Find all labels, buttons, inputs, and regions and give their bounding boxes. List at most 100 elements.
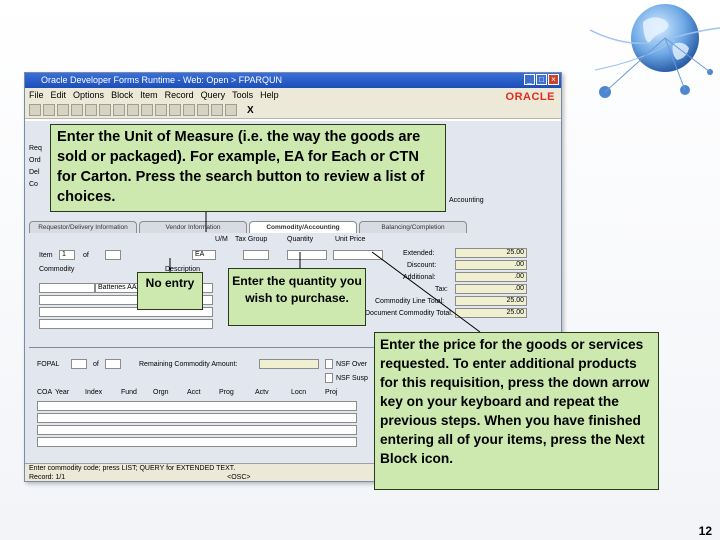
- tax-group-label: Tax Group: [235, 236, 268, 243]
- tab-commodity-accounting[interactable]: Commodity/Accounting: [249, 221, 357, 233]
- tab-requestor-delivery[interactable]: Requestor/Delivery Information: [29, 221, 137, 233]
- accounting-row-1[interactable]: [37, 401, 357, 411]
- menu-record[interactable]: Record: [165, 88, 194, 102]
- tab-balancing-completion[interactable]: Balancing/Completion: [359, 221, 467, 233]
- accounting-label: Accounting: [449, 197, 484, 204]
- next-block-icon[interactable]: [141, 104, 153, 116]
- rollback-icon[interactable]: [43, 104, 55, 116]
- toolbar: X: [25, 102, 561, 119]
- commodity-line-total-value: 25.00: [455, 296, 527, 306]
- remaining-amount-label: Remaining Commodity Amount:: [139, 361, 238, 368]
- next-record-icon[interactable]: [169, 104, 181, 116]
- additional-value: .00: [455, 272, 527, 282]
- extended-label: Extended:: [403, 250, 435, 257]
- header-label-del: Del: [29, 169, 40, 176]
- col-prog: Prog: [219, 389, 234, 396]
- price-callout: Enter the price for the goods or service…: [374, 332, 659, 490]
- nsf-override-checkbox[interactable]: [325, 359, 333, 369]
- minimize-button[interactable]: _: [524, 74, 535, 85]
- menu-file[interactable]: File: [29, 88, 44, 102]
- maximize-button[interactable]: □: [536, 74, 547, 85]
- col-locn: Locn: [291, 389, 307, 396]
- page-number: 12: [698, 524, 712, 538]
- slide: Oracle Developer Forms Runtime - Web: Op…: [0, 0, 720, 540]
- tax-value: .00: [455, 284, 527, 294]
- close-form-button[interactable]: X: [247, 105, 254, 116]
- title-bar: Oracle Developer Forms Runtime - Web: Op…: [25, 73, 561, 88]
- item-total-field: [105, 250, 121, 260]
- form-tabs: Requestor/Delivery Information Vendor In…: [25, 221, 561, 233]
- commodity-field[interactable]: [39, 283, 95, 293]
- accounting-row-2[interactable]: [37, 413, 357, 423]
- document-commodity-total-label: Document Commodity Total:: [365, 310, 453, 317]
- previous-block-icon[interactable]: [127, 104, 139, 116]
- commodity-row-4[interactable]: [39, 319, 213, 329]
- uom-field[interactable]: EA: [192, 250, 216, 260]
- menu-query[interactable]: Query: [201, 88, 226, 102]
- quantity-field[interactable]: [287, 250, 327, 260]
- col-fund: Fund: [121, 389, 137, 396]
- col-proj: Proj: [325, 389, 338, 396]
- menu-block[interactable]: Block: [111, 88, 133, 102]
- col-year: Year: [55, 389, 70, 396]
- commodity-line-total-label: Commodity Line Total:: [375, 298, 445, 305]
- discount-label: Discount:: [407, 262, 437, 269]
- window-title: Oracle Developer Forms Runtime - Web: Op…: [41, 75, 282, 85]
- menu-tools[interactable]: Tools: [232, 88, 253, 102]
- nsf-suspense-checkbox[interactable]: [325, 373, 333, 383]
- unit-price-field[interactable]: [333, 250, 383, 260]
- accounting-row-3[interactable]: [37, 425, 357, 435]
- menu-edit[interactable]: Edit: [51, 88, 67, 102]
- tax-group-field[interactable]: [243, 250, 269, 260]
- extended-value: 25.00: [455, 248, 527, 258]
- unit-price-label: Unit Price: [335, 236, 366, 243]
- nsf-override-label: NSF Over: [336, 361, 368, 368]
- accounting-row-4[interactable]: [37, 437, 357, 447]
- remove-record-icon[interactable]: [197, 104, 209, 116]
- close-window-button[interactable]: ×: [548, 74, 559, 85]
- item-label: Item: [39, 252, 53, 259]
- select-icon[interactable]: [57, 104, 69, 116]
- item-field[interactable]: 1: [59, 250, 75, 260]
- exit-icon[interactable]: [71, 104, 83, 116]
- print-icon[interactable]: [211, 104, 223, 116]
- help-icon[interactable]: [225, 104, 237, 116]
- additional-label: Additional:: [403, 274, 436, 281]
- header-label-ord: Ord: [29, 157, 41, 164]
- save-icon[interactable]: [29, 104, 41, 116]
- fopal-seq-field[interactable]: [71, 359, 87, 369]
- copy-icon[interactable]: [99, 104, 111, 116]
- osc-indicator: <OSC>: [227, 474, 251, 481]
- fopal-label: FOPAL: [37, 361, 60, 368]
- header-label-co: Co: [29, 181, 38, 188]
- nsf-suspense-label: NSF Susp: [336, 375, 368, 382]
- menu-options[interactable]: Options: [73, 88, 104, 102]
- quantity-label: Quantity: [287, 236, 314, 243]
- no-entry-callout: No entry: [137, 272, 203, 310]
- menu-item[interactable]: Item: [140, 88, 158, 102]
- remaining-amount-field: [259, 359, 319, 369]
- menu-bar: File Edit Options Block Item Record Quer…: [25, 88, 561, 102]
- tab-vendor-information[interactable]: Vendor Information: [139, 221, 247, 233]
- item-of-label: of: [83, 252, 89, 259]
- col-orgn: Orgn: [153, 389, 169, 396]
- discount-value: .00: [455, 260, 527, 270]
- uom-callout: Enter the Unit of Measure (i.e. the way …: [50, 124, 446, 212]
- tax-label: Tax:: [435, 286, 448, 293]
- quantity-callout: Enter the quantity you wish to purchase.: [228, 268, 366, 326]
- col-acct: Acct: [187, 389, 201, 396]
- paste-icon[interactable]: [113, 104, 125, 116]
- insert-record-icon[interactable]: [183, 104, 195, 116]
- commodity-label: Commodity: [39, 266, 75, 273]
- fopal-of-label: of: [93, 361, 99, 368]
- col-actv: Actv: [255, 389, 269, 396]
- record-indicator: Record: 1/1: [29, 474, 66, 481]
- previous-record-icon[interactable]: [155, 104, 167, 116]
- document-commodity-total-value: 25.00: [455, 308, 527, 318]
- cut-icon[interactable]: [85, 104, 97, 116]
- menu-help[interactable]: Help: [260, 88, 279, 102]
- oracle-logo: ORACLE: [505, 91, 555, 103]
- header-label-req: Req: [29, 145, 42, 152]
- uom-label: U/M: [215, 236, 228, 243]
- globe-graphic: [589, 4, 720, 98]
